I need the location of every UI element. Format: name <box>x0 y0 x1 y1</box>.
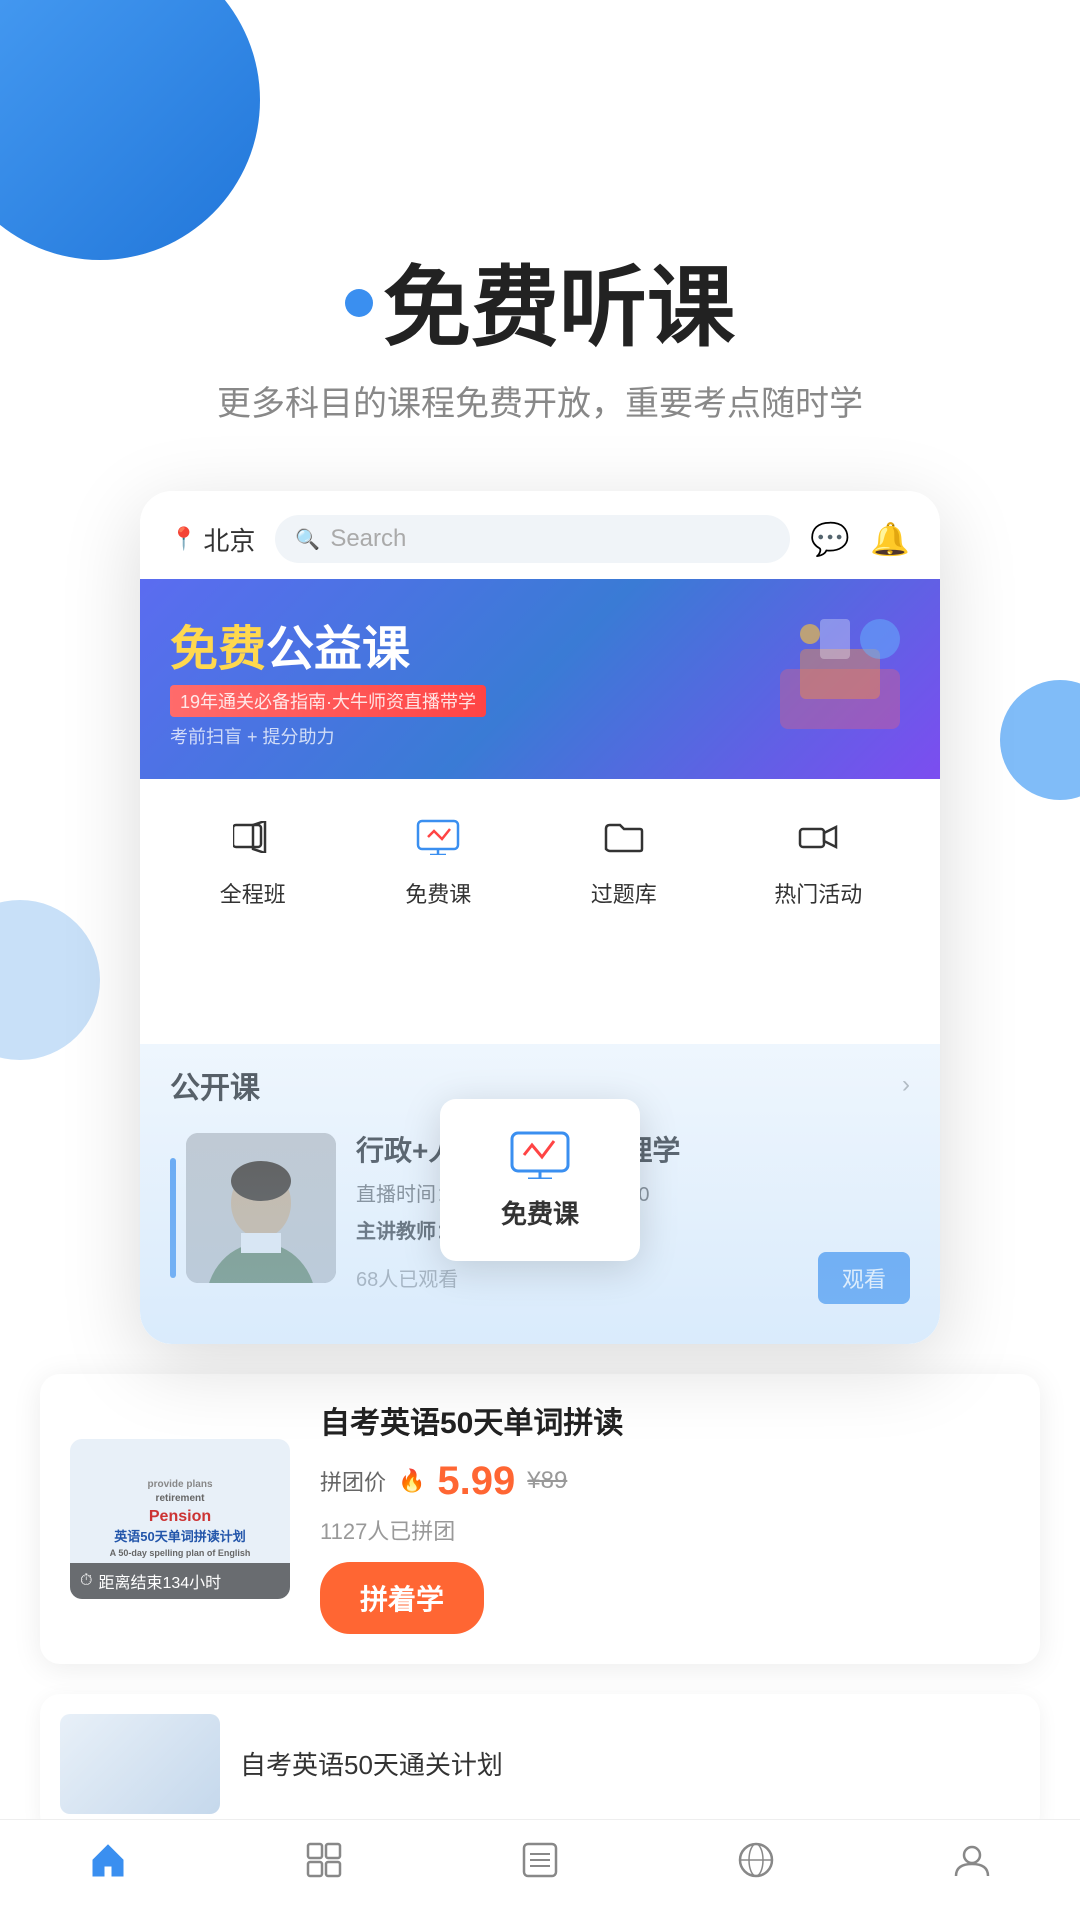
category-label-3: 热门活动 <box>774 877 862 909</box>
category-icon-video <box>218 807 288 867</box>
message-icon[interactable]: 💬 <box>810 520 850 558</box>
category-label-1: 免费课 <box>405 877 471 909</box>
bottom-nav <box>0 1819 1080 1920</box>
product-section: provide plans retirement Pension 英语50天单词… <box>40 1374 1040 1664</box>
nav-item-list[interactable] <box>520 1840 560 1890</box>
bottom-preview-title: 自考英语50天通关计划 <box>240 1745 503 1782</box>
nav-item-discover[interactable] <box>736 1840 776 1890</box>
hero-badge-dot <box>345 289 373 317</box>
product-countdown-overlay: ⏱ 距离结束134小时 <box>70 1563 290 1599</box>
product-countdown: 距离结束134小时 <box>98 1569 221 1593</box>
app-banner: 免费公益课 19年通关必备指南·大牛师资直播带学 考前扫盲 + 提分助力 <box>140 579 940 779</box>
price-current: 5.99 <box>437 1459 515 1504</box>
category-item-3[interactable]: 热门活动 <box>774 807 862 909</box>
popup-label: 免费课 <box>501 1194 579 1231</box>
banner-title-colored: 免费 <box>170 623 266 676</box>
category-item-2[interactable]: 过题库 <box>589 807 659 909</box>
category-item-1[interactable]: 免费课 <box>403 807 473 909</box>
popup-card[interactable]: 免费课 <box>440 1099 640 1261</box>
location-label[interactable]: 📍 北京 <box>170 521 255 558</box>
grid-icon <box>304 1840 344 1890</box>
category-icon-broadcast <box>783 807 853 867</box>
price-original: ¥89 <box>527 1467 567 1495</box>
bottom-preview-thumb <box>60 1714 220 1814</box>
banner-illustration <box>760 589 920 749</box>
list-icon <box>520 1840 560 1890</box>
location-icon: 📍 <box>170 526 197 552</box>
category-item-0[interactable]: 全程班 <box>218 807 288 909</box>
clock-icon: ⏱ <box>80 1572 92 1590</box>
category-icon-monitor <box>403 807 473 867</box>
price-icon: 🔥 <box>398 1468 425 1494</box>
location-text: 北京 <box>203 521 255 558</box>
hero-title-text: 免费听课 <box>383 260 735 357</box>
nav-item-profile[interactable] <box>952 1840 992 1890</box>
bell-icon[interactable]: 🔔 <box>870 520 910 558</box>
popup-icon <box>510 1129 570 1184</box>
profile-icon <box>952 1840 992 1890</box>
price-label: 拼团价 <box>320 1465 386 1497</box>
category-label-2: 过题库 <box>591 877 657 909</box>
search-bar[interactable]: 🔍 Search <box>275 515 790 563</box>
product-thumb: provide plans retirement Pension 英语50天单词… <box>70 1439 290 1599</box>
group-buy-button[interactable]: 拼着学 <box>320 1562 484 1634</box>
banner-title-rest: 公益课 <box>266 623 410 676</box>
price-row: 拼团价 🔥 5.99 ¥89 <box>320 1459 1010 1504</box>
discover-icon <box>736 1840 776 1890</box>
nav-item-courses[interactable] <box>304 1840 344 1890</box>
bottom-preview[interactable]: 自考英语50天通关计划 <box>40 1694 1040 1834</box>
hero-subtitle: 更多科目的课程免费开放，重要考点随时学 <box>0 377 1080 431</box>
app-header: 📍 北京 🔍 Search 💬 🔔 <box>140 491 940 579</box>
home-icon <box>88 1840 128 1890</box>
phone-mockup: 📍 北京 🔍 Search 💬 🔔 免费公益课 19年通关必备指南·大牛师资直播… <box>140 491 940 1343</box>
search-placeholder: Search <box>330 525 406 553</box>
category-label-0: 全程班 <box>220 877 286 909</box>
product-info: 自考英语50天单词拼读 拼团价 🔥 5.99 ¥89 1127人已拼团 拼着学 <box>320 1404 1010 1634</box>
hero-section: 免费听课 更多科目的课程免费开放，重要考点随时学 <box>0 0 1080 431</box>
product-word-cloud: provide plans retirement Pension 英语50天单词… <box>110 1478 251 1559</box>
category-bar: 全程班 免费课 过题库 <box>140 779 940 919</box>
category-icon-folder <box>589 807 659 867</box>
header-icons: 💬 🔔 <box>810 520 910 558</box>
sold-count: 1127人已拼团 <box>320 1514 1010 1546</box>
product-name: 自考英语50天单词拼读 <box>320 1404 1010 1443</box>
banner-subtitle: 19年通关必备指南·大牛师资直播带学 <box>170 685 486 717</box>
hero-title: 免费听课 <box>0 260 1080 357</box>
category-section: 全程班 免费课 过题库 <box>140 779 940 919</box>
phone-mockup-wrapper: 📍 北京 🔍 Search 💬 🔔 免费公益课 19年通关必备指南·大牛师资直播… <box>0 491 1080 1343</box>
nav-item-home[interactable] <box>88 1840 128 1890</box>
search-icon: 🔍 <box>295 527 320 552</box>
